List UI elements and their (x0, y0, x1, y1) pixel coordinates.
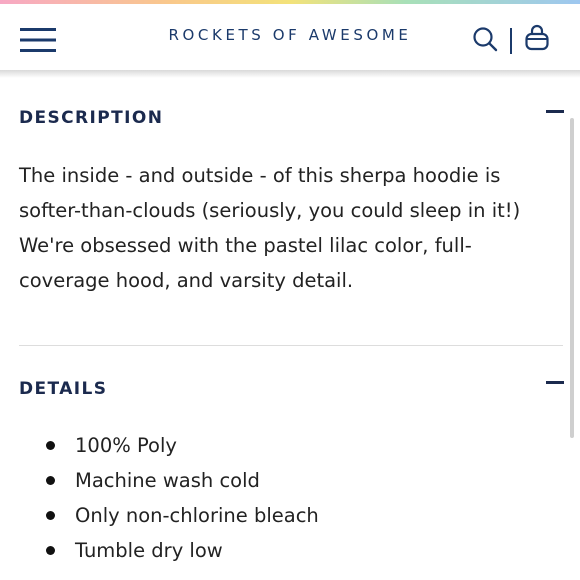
details-item-text: Tumble dry low (75, 539, 223, 562)
bullet-icon (46, 441, 55, 450)
site-header: ROCKETS OF AWESOME (0, 4, 580, 70)
header-shadow (0, 70, 580, 78)
details-list-item: Machine wash cold (40, 463, 319, 498)
product-info-content: DESCRIPTION The inside - and outside - o… (0, 78, 580, 580)
details-list-item: Only non-chlorine bleach (40, 498, 319, 533)
product-details-page: ROCKETS OF AWESOME DESCRIPTION The insid… (0, 0, 580, 580)
shopping-bag-icon[interactable] (524, 24, 550, 52)
description-collapse-minus-icon[interactable] (546, 110, 564, 113)
details-item-text: Machine wash cold (75, 469, 260, 492)
description-text: The inside - and outside - of this sherp… (19, 164, 521, 292)
header-divider (510, 28, 512, 54)
details-list-item: 100% Poly (40, 428, 319, 463)
bullet-icon (46, 546, 55, 555)
scrollbar[interactable] (570, 118, 574, 438)
section-divider (19, 345, 563, 346)
details-item-text: 100% Poly (75, 434, 177, 457)
search-icon[interactable] (472, 26, 498, 52)
details-item-text: Only non-chlorine bleach (75, 504, 319, 527)
description-heading[interactable]: DESCRIPTION (19, 108, 163, 128)
details-heading[interactable]: DETAILS (19, 379, 107, 399)
details-list: 100% Poly Machine wash cold Only non-chl… (40, 428, 319, 568)
bullet-icon (46, 511, 55, 520)
details-list-item: Tumble dry low (40, 533, 319, 568)
details-collapse-minus-icon[interactable] (546, 381, 564, 384)
bullet-icon (46, 476, 55, 485)
